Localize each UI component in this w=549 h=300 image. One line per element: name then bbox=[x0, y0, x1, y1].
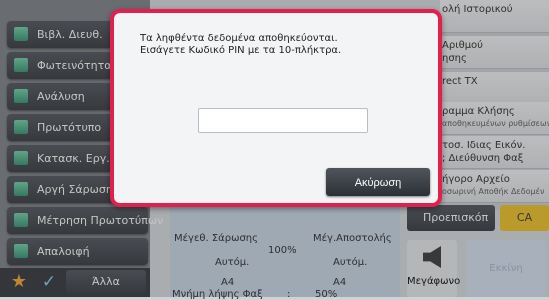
dialog-message-line2: Εισάγετε Κωδικό PIN με τα 10-πλήκτρα. bbox=[140, 45, 342, 56]
dialog-message-line1: Τα ληφθέντα δεδομένα αποθηκεύονται. bbox=[140, 33, 338, 44]
pin-dialog: Τα ληφθέντα δεδομένα αποθηκεύονται. Εισά… bbox=[110, 9, 442, 207]
dialog-message: Τα ληφθέντα δεδομένα αποθηκεύονται. Εισά… bbox=[140, 33, 341, 57]
cancel-button[interactable]: Ακύρωση bbox=[326, 168, 430, 196]
pin-input[interactable] bbox=[198, 108, 368, 133]
